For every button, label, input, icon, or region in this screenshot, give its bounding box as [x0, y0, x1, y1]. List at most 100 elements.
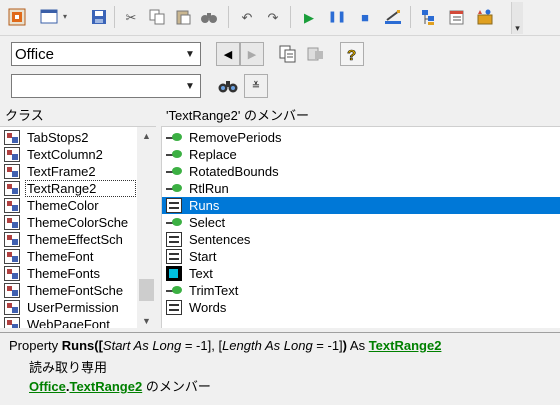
class-list-item[interactable]: TextFrame2: [0, 163, 137, 180]
member-list-item[interactable]: Replace: [162, 146, 560, 163]
member-list-item-label: RemovePeriods: [189, 130, 282, 145]
member-list-item[interactable]: RotatedBounds: [162, 163, 560, 180]
class-list-item-label: ThemeColor: [27, 198, 99, 213]
class-list-item-label: UserPermission: [27, 300, 119, 315]
member-list-item[interactable]: Select: [162, 214, 560, 231]
scroll-up-icon[interactable]: ▲: [137, 127, 156, 144]
class-list-scrollbar[interactable]: ▲ ▼: [137, 127, 156, 328]
class-list-item-label: ThemeFont: [27, 249, 94, 264]
project-explorer-icon[interactable]: [418, 6, 440, 28]
help-button[interactable]: ?: [340, 42, 364, 66]
design-mode-icon[interactable]: [382, 6, 404, 28]
member-list[interactable]: RemovePeriods Replace RotatedBounds RtlRun R…: [161, 126, 560, 328]
class-list-item[interactable]: WebPageFont: [0, 316, 137, 328]
property-icon: [166, 198, 182, 213]
reset-icon[interactable]: ■: [354, 6, 376, 28]
member-list-item[interactable]: Sentences: [162, 231, 560, 248]
view-definition-icon[interactable]: [304, 42, 328, 66]
svg-text:?: ?: [347, 47, 356, 63]
method-icon: [166, 147, 182, 162]
default-member-icon: [166, 266, 182, 281]
member-list-item-label: RotatedBounds: [189, 164, 279, 179]
member-list-item[interactable]: RtlRun: [162, 180, 560, 197]
class-list-item-label: ThemeFontSche: [27, 283, 124, 298]
class-list-item[interactable]: TextRange2: [0, 180, 137, 197]
member-list-item[interactable]: Words: [162, 299, 560, 316]
member-signature: Property Runs([Start As Long = -1], [Len…: [9, 338, 441, 353]
class-list-item[interactable]: ThemeFontSche: [0, 282, 137, 299]
class-list-item[interactable]: ThemeFonts: [0, 265, 137, 282]
class-icon: [4, 147, 20, 162]
selection-focus-box: [25, 180, 136, 197]
class-icon: [4, 181, 20, 196]
member-list-item[interactable]: Runs: [162, 197, 560, 214]
class-list-item[interactable]: ThemeEffectSch: [0, 231, 137, 248]
copy-to-clipboard-icon[interactable]: [276, 42, 300, 66]
view-object-icon[interactable]: [6, 6, 28, 28]
insert-userform-icon[interactable]: [38, 6, 60, 28]
class-list[interactable]: TabStops2 TextColumn2 TextFrame2 TextRange2…: [0, 126, 156, 328]
class-icon: [4, 266, 20, 281]
readonly-note: 読み取り専用: [29, 360, 108, 375]
detail-pane: Property Runs([Start As Long = -1], [Len…: [0, 332, 560, 405]
find-icon[interactable]: [198, 6, 220, 28]
chevron-down-icon[interactable]: ▼: [181, 76, 199, 96]
library-link[interactable]: Office: [29, 379, 66, 394]
search-combo[interactable]: ▼: [11, 74, 201, 98]
scroll-down-icon[interactable]: ▼: [137, 312, 156, 328]
return-type-link[interactable]: TextRange2: [369, 338, 442, 353]
class-icon: [4, 164, 20, 179]
class-list-item[interactable]: TabStops2: [0, 129, 137, 146]
save-icon[interactable]: [88, 6, 110, 28]
class-list-item[interactable]: ThemeFont: [0, 248, 137, 265]
toolbar-separator: [228, 6, 229, 28]
forward-button[interactable]: ▶: [240, 42, 264, 66]
member-pane-header: 'TextRange2' のメンバー: [166, 108, 309, 123]
class-list-item-label: WebPageFont: [27, 317, 110, 328]
member-list-item[interactable]: RemovePeriods: [162, 129, 560, 146]
search-icon[interactable]: [216, 74, 240, 98]
member-list-item-label: Words: [189, 300, 227, 315]
member-list-item[interactable]: Text: [162, 265, 560, 282]
redo-icon[interactable]: ↷: [262, 6, 284, 28]
scroll-thumb[interactable]: [139, 279, 154, 301]
class-icon: [4, 130, 20, 145]
class-icon: [4, 300, 20, 315]
class-list-item[interactable]: ThemeColorSche: [0, 214, 137, 231]
member-list-item-label: Sentences: [189, 232, 251, 247]
member-list-item-label: Start: [189, 249, 217, 264]
class-list-item-label: TextColumn2: [27, 147, 103, 162]
member-of-suffix: のメンバー: [142, 379, 211, 394]
run-icon[interactable]: ▶: [298, 6, 320, 28]
class-list-item-label: ThemeColorSche: [27, 215, 129, 230]
class-link[interactable]: TextRange2: [69, 379, 142, 394]
properties-icon[interactable]: [446, 6, 468, 28]
signature-param-start: Start: [102, 338, 131, 353]
class-pane-header: クラス: [5, 108, 44, 123]
toolbar-separator: [290, 6, 291, 28]
back-button[interactable]: ◀: [216, 42, 240, 66]
member-list-item-label: TrimText: [189, 283, 239, 298]
paste-icon[interactable]: [172, 6, 194, 28]
member-list-item[interactable]: TrimText: [162, 282, 560, 299]
break-icon[interactable]: ❚❚: [326, 6, 348, 28]
signature-as: As: [130, 338, 153, 353]
member-list-item-label: Replace: [189, 147, 237, 162]
library-combo[interactable]: Office ▼: [11, 42, 201, 66]
cut-icon[interactable]: ✂: [120, 6, 142, 28]
class-list-item[interactable]: ThemeColor: [0, 197, 137, 214]
copy-icon[interactable]: [146, 6, 168, 28]
toggle-results-icon[interactable]: ≚: [244, 74, 268, 98]
class-list-item[interactable]: UserPermission: [0, 299, 137, 316]
undo-icon[interactable]: ↶: [236, 6, 258, 28]
chevron-down-icon[interactable]: ▾: [60, 6, 70, 28]
class-list-item[interactable]: TextColumn2: [0, 146, 137, 163]
class-list-item-label: TextFrame2: [27, 164, 96, 179]
toolbox-icon[interactable]: [474, 6, 496, 28]
member-list-item[interactable]: Start: [162, 248, 560, 265]
chevron-down-icon[interactable]: ▼: [181, 44, 199, 64]
toolbar-options-icon[interactable]: ▾: [511, 2, 523, 34]
class-icon: [4, 317, 20, 328]
signature-default: = -1]: [312, 338, 343, 353]
member-of-line: Office.TextRange2 のメンバー: [29, 376, 211, 395]
